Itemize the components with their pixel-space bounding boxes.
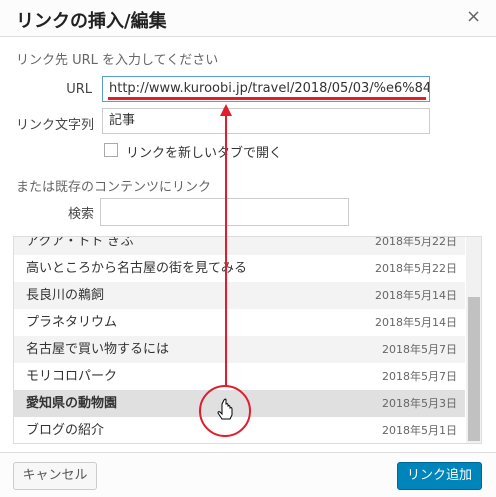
annotation-overlay — [199, 104, 251, 437]
add-link-button[interactable]: リンク追加 — [397, 462, 482, 490]
cancel-button[interactable]: キャンセル — [13, 462, 97, 490]
annotation-arrow-head — [220, 104, 232, 116]
hand-cursor-icon — [217, 398, 233, 420]
